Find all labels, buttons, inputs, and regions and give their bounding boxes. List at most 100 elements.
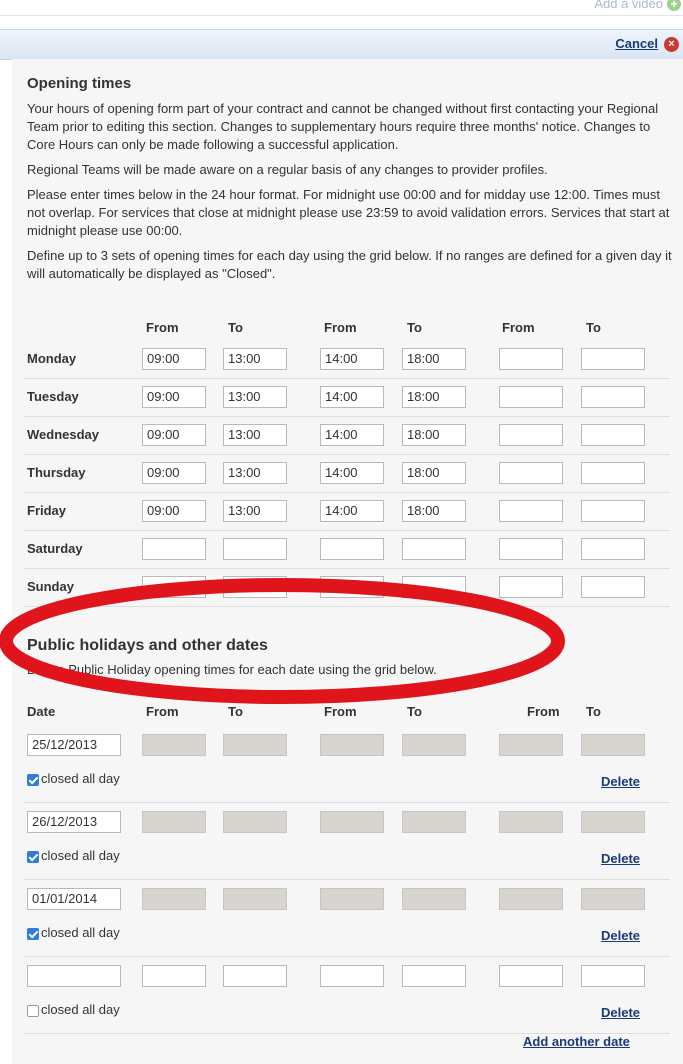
time-input-wednesday-3[interactable]: 14:00 xyxy=(320,424,384,446)
opening-times-panel: Opening times Your hours of opening form… xyxy=(12,59,683,1064)
time-input-friday-4[interactable]: 18:00 xyxy=(402,500,466,522)
time-input-wednesday-2[interactable]: 13:00 xyxy=(223,424,287,446)
time-input-tuesday-2[interactable]: 13:00 xyxy=(223,386,287,408)
row-divider xyxy=(24,492,670,493)
holidays-description: Define Public Holiday opening times for … xyxy=(27,662,437,677)
closed-all-day-checkbox[interactable] xyxy=(27,774,39,786)
header-from-3: From xyxy=(502,320,535,335)
delete-date-link[interactable]: Delete xyxy=(601,928,640,943)
time-input-friday-3[interactable]: 14:00 xyxy=(320,500,384,522)
time-input-monday-6[interactable] xyxy=(581,348,645,370)
day-label-thursday: Thursday xyxy=(27,465,86,480)
closed-all-day-checkbox[interactable] xyxy=(27,851,39,863)
time-input-thursday-6[interactable] xyxy=(581,462,645,484)
time-input-saturday-6[interactable] xyxy=(581,538,645,560)
plus-circle-icon[interactable]: + xyxy=(667,0,681,11)
holiday-time-input-6 xyxy=(581,888,645,910)
time-input-sunday-6[interactable] xyxy=(581,576,645,598)
time-input-tuesday-4[interactable]: 18:00 xyxy=(402,386,466,408)
time-input-sunday-1[interactable] xyxy=(142,576,206,598)
row-divider xyxy=(24,416,670,417)
time-input-monday-1[interactable]: 09:00 xyxy=(142,348,206,370)
top-bar: Add a video + xyxy=(0,0,683,16)
time-input-tuesday-1[interactable]: 09:00 xyxy=(142,386,206,408)
holiday-date-input[interactable]: 26/12/2013 xyxy=(27,811,121,833)
opening-times-title: Opening times xyxy=(27,75,132,92)
time-input-tuesday-3[interactable]: 14:00 xyxy=(320,386,384,408)
header-from-2: From xyxy=(324,320,357,335)
time-input-thursday-3[interactable]: 14:00 xyxy=(320,462,384,484)
hol-header-to-1: To xyxy=(228,704,243,719)
holiday-date-input[interactable] xyxy=(27,965,121,987)
time-input-friday-6[interactable] xyxy=(581,500,645,522)
time-input-thursday-1[interactable]: 09:00 xyxy=(142,462,206,484)
holidays-title: Public holidays and other dates xyxy=(27,637,268,654)
time-input-saturday-5[interactable] xyxy=(499,538,563,560)
holiday-time-input-5 xyxy=(499,734,563,756)
time-input-tuesday-6[interactable] xyxy=(581,386,645,408)
time-input-sunday-2[interactable] xyxy=(223,576,287,598)
time-input-saturday-4[interactable] xyxy=(402,538,466,560)
panel-content: Opening times Your hours of opening form… xyxy=(27,75,677,290)
holiday-time-input-4[interactable] xyxy=(402,965,466,987)
holiday-time-input-2 xyxy=(223,811,287,833)
close-circle-icon[interactable]: × xyxy=(664,37,679,52)
closed-all-day-checkbox[interactable] xyxy=(27,928,39,940)
time-input-thursday-2[interactable]: 13:00 xyxy=(223,462,287,484)
time-input-wednesday-6[interactable] xyxy=(581,424,645,446)
holiday-date-input[interactable]: 25/12/2013 xyxy=(27,734,121,756)
closed-all-day-label[interactable]: closed all day xyxy=(41,771,120,786)
time-input-saturday-3[interactable] xyxy=(320,538,384,560)
format-paragraph: Please enter times below in the 24 hour … xyxy=(27,187,670,238)
time-input-sunday-5[interactable] xyxy=(499,576,563,598)
time-input-saturday-1[interactable] xyxy=(142,538,206,560)
time-input-monday-4[interactable]: 18:00 xyxy=(402,348,466,370)
regional-teams-paragraph: Regional Teams will be made aware on a r… xyxy=(27,162,548,177)
closed-all-day-label[interactable]: closed all day xyxy=(41,1002,120,1017)
hol-header-to-2: To xyxy=(407,704,422,719)
holiday-time-input-6[interactable] xyxy=(581,965,645,987)
holiday-time-input-2 xyxy=(223,888,287,910)
holiday-date-input[interactable]: 01/01/2014 xyxy=(27,888,121,910)
holiday-time-input-3[interactable] xyxy=(320,965,384,987)
holiday-time-input-1 xyxy=(142,888,206,910)
time-input-friday-1[interactable]: 09:00 xyxy=(142,500,206,522)
time-input-friday-5[interactable] xyxy=(499,500,563,522)
header-to-2: To xyxy=(407,320,422,335)
time-input-wednesday-1[interactable]: 09:00 xyxy=(142,424,206,446)
holiday-time-input-2[interactable] xyxy=(223,965,287,987)
time-input-thursday-5[interactable] xyxy=(499,462,563,484)
time-input-monday-3[interactable]: 14:00 xyxy=(320,348,384,370)
holiday-time-input-1[interactable] xyxy=(142,965,206,987)
hol-header-from-3: From xyxy=(527,704,560,719)
closed-all-day-label[interactable]: closed all day xyxy=(41,848,120,863)
closed-all-day-checkbox[interactable] xyxy=(27,1005,39,1017)
time-input-wednesday-4[interactable]: 18:00 xyxy=(402,424,466,446)
time-input-wednesday-5[interactable] xyxy=(499,424,563,446)
time-input-saturday-2[interactable] xyxy=(223,538,287,560)
time-input-friday-2[interactable]: 13:00 xyxy=(223,500,287,522)
delete-date-link[interactable]: Delete xyxy=(601,774,640,789)
time-input-tuesday-5[interactable] xyxy=(499,386,563,408)
cancel-link[interactable]: Cancel xyxy=(615,36,658,51)
hol-header-from-2: From xyxy=(324,704,357,719)
holiday-time-input-2 xyxy=(223,734,287,756)
time-input-sunday-3[interactable] xyxy=(320,576,384,598)
add-video-link[interactable]: Add a video xyxy=(594,0,663,11)
header-to-3: To xyxy=(586,320,601,335)
delete-date-link[interactable]: Delete xyxy=(601,851,640,866)
holiday-time-input-3 xyxy=(320,888,384,910)
add-another-date-link[interactable]: Add another date xyxy=(523,1034,630,1049)
delete-date-link[interactable]: Delete xyxy=(601,1005,640,1020)
time-input-monday-2[interactable]: 13:00 xyxy=(223,348,287,370)
holiday-time-input-5[interactable] xyxy=(499,965,563,987)
day-label-monday: Monday xyxy=(27,351,77,366)
holiday-time-input-1 xyxy=(142,811,206,833)
header-from-1: From xyxy=(146,320,179,335)
holiday-time-input-6 xyxy=(581,811,645,833)
time-input-sunday-4[interactable] xyxy=(402,576,466,598)
closed-all-day-label[interactable]: closed all day xyxy=(41,925,120,940)
time-input-thursday-4[interactable]: 18:00 xyxy=(402,462,466,484)
holiday-time-input-3 xyxy=(320,811,384,833)
time-input-monday-5[interactable] xyxy=(499,348,563,370)
